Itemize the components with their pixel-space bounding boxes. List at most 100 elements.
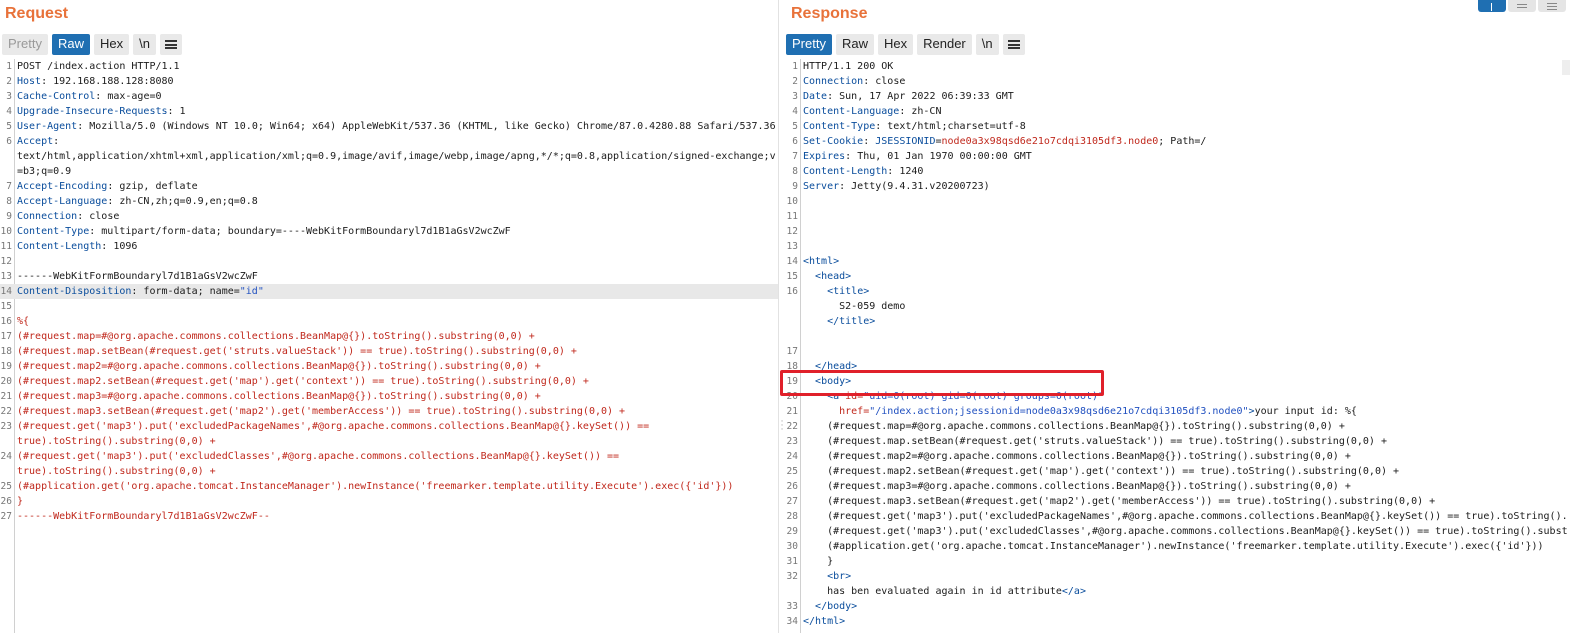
code-token: =b3;q=0.9 (17, 166, 72, 177)
code-token: : Sun, 17 Apr 2022 06:39:33 GMT (827, 91, 1014, 102)
response-tab-raw[interactable]: Raw (835, 34, 874, 55)
line-text: (#request.map2.setBean(#request.get('map… (14, 374, 589, 389)
line-text (800, 344, 803, 359)
code-token: : close (77, 211, 120, 222)
code-line: 26} (0, 494, 778, 509)
line-number: 8 (6, 196, 12, 207)
code-line: 32 <br> (786, 569, 1570, 584)
request-tab-newline[interactable]: \n (133, 34, 156, 55)
line-text: ------WebKitFormBoundaryl7d1B1aGsV2wcZwF… (14, 509, 270, 524)
line-number: 3 (6, 91, 12, 102)
line-number: 28 (786, 511, 798, 522)
layout-horizontal-icon[interactable] (1508, 0, 1536, 12)
line-text (800, 224, 803, 239)
code-token: (#request.get('map3').put('excludedClass… (803, 526, 1568, 537)
line-number: 8 (792, 166, 798, 177)
code-token: has ben evaluated again in id attribute (803, 586, 1062, 597)
line-number: 21 (786, 406, 798, 417)
code-token: POST /index.action HTTP/1.1 (17, 61, 180, 72)
line-number: 9 (792, 181, 798, 192)
code-token: </html> (803, 616, 846, 627)
code-line: 11 (786, 209, 1570, 224)
code-token: your input id: %{ (1254, 406, 1357, 417)
line-text: ------WebKitFormBoundaryl7d1B1aGsV2wcZwF (14, 269, 258, 284)
line-number: 2 (792, 76, 798, 87)
line-number: 19 (0, 361, 12, 372)
line-text: (#application.get('org.apache.tomcat.Ins… (14, 479, 733, 494)
response-tab-pretty[interactable]: Pretty (786, 34, 832, 55)
code-token: href= (839, 406, 870, 417)
line-text (800, 209, 803, 224)
code-token: ; Path=/ (1158, 136, 1207, 147)
code-line: S2-059 demo (786, 299, 1570, 314)
code-line: 25 (#application.get('org.apache.tomcat.I… (0, 479, 778, 494)
code-line: 7 Accept-Encoding: gzip, deflate (0, 179, 778, 194)
code-token: (#request.map2.setBean(#request.get('map… (803, 466, 1400, 477)
line-number: 6 (792, 136, 798, 147)
line-number: 11 (0, 241, 12, 252)
code-token: : text/html;charset=utf-8 (875, 121, 1026, 132)
line-number: 4 (6, 106, 12, 117)
line-number: 33 (786, 601, 798, 612)
code-token: node0a3x98qsd6e21o7cdqi3105df3.node0 (941, 136, 1159, 147)
code-line: 6 Set-Cookie: JSESSIONID=node0a3x98qsd6e2… (786, 134, 1570, 149)
line-number: 17 (786, 346, 798, 357)
code-line: 16 <title> (786, 284, 1570, 299)
response-scrollbar[interactable] (1562, 60, 1570, 75)
code-token: "id" (239, 286, 264, 297)
code-token: </a> (1061, 586, 1086, 597)
code-token: Accept-Language (17, 196, 108, 207)
line-text (14, 254, 17, 269)
line-text: Content-Type: text/html;charset=utf-8 (800, 119, 1026, 134)
line-text: (#request.map3=#@org.apache.commons.coll… (800, 479, 1351, 494)
response-tab-render[interactable]: Render (917, 34, 972, 55)
response-menu-button[interactable] (1002, 34, 1025, 55)
code-token: (#request.map3.setBean(#request.get('map… (803, 496, 1436, 507)
layout-tabs-icon[interactable] (1538, 0, 1566, 12)
code-token: Content-Length (17, 241, 102, 252)
code-line: 30 (#application.get('org.apache.tomcat.… (786, 539, 1570, 554)
line-number: 16 (786, 286, 798, 297)
code-token: (#request.map3=#@org.apache.commons.coll… (803, 481, 1351, 492)
code-line: 21 (#request.map3=#@org.apache.commons.co… (0, 389, 778, 404)
line-text: Connection: close (800, 74, 905, 89)
line-text (800, 194, 803, 209)
request-tab-pretty[interactable]: Pretty (2, 34, 48, 55)
code-token: Accept (17, 136, 54, 147)
line-number: 27 (0, 511, 12, 522)
code-line: 16 %{ (0, 314, 778, 329)
response-title: Response (791, 5, 868, 22)
code-token: true).toString().substring(0,0) + (17, 466, 216, 477)
code-token: } (803, 556, 834, 567)
line-text: Connection: close (14, 209, 119, 224)
code-token: Date (803, 91, 828, 102)
code-token: : Mozilla/5.0 (Windows NT 10.0; Win64; x… (77, 121, 776, 132)
line-number: 6 (6, 136, 12, 147)
request-editor[interactable]: 1 POST /index.action HTTP/1.1 2 Host: 192.1… (0, 59, 778, 633)
response-tab-hex[interactable]: Hex (877, 34, 914, 55)
line-text: (#request.get('map3').put('excludedPacka… (14, 419, 649, 434)
request-tab-raw[interactable]: Raw (51, 34, 90, 55)
code-line: 3 Cache-Control: max-age=0 (0, 89, 778, 104)
code-line: 24 (#request.map2=#@org.apache.commons.c… (786, 449, 1570, 464)
line-number: 15 (0, 301, 12, 312)
code-line: 27 (#request.map3.setBean(#request.get('… (786, 494, 1570, 509)
response-tab-newline[interactable]: \n (975, 34, 999, 55)
code-token: : Thu, 01 Jan 1970 00:00:00 GMT (845, 151, 1032, 162)
code-token: S2-059 demo (803, 301, 906, 312)
code-line: 15 <head> (786, 269, 1570, 284)
code-line: 2 Host: 192.168.188.128:8080 (0, 74, 778, 89)
response-editor[interactable]: 1 HTTP/1.1 200 OK 2 Connection: close 3 Date:… (786, 59, 1570, 633)
layout-split-icon[interactable] (1478, 0, 1506, 12)
request-menu-button[interactable] (159, 34, 182, 55)
code-line: 12 (0, 254, 778, 269)
request-tab-hex[interactable]: Hex (93, 34, 130, 55)
panel-splitter[interactable]: · · · (778, 0, 786, 633)
code-token: Content-Length (803, 166, 888, 177)
code-line: 22 (#request.map3.setBean(#request.get('m… (0, 404, 778, 419)
code-line: 33 </body> (786, 599, 1570, 614)
line-number (0, 149, 14, 164)
code-token: Server (803, 181, 840, 192)
line-number (0, 434, 14, 449)
line-text: has ben evaluated again in id attribute<… (800, 584, 1086, 599)
